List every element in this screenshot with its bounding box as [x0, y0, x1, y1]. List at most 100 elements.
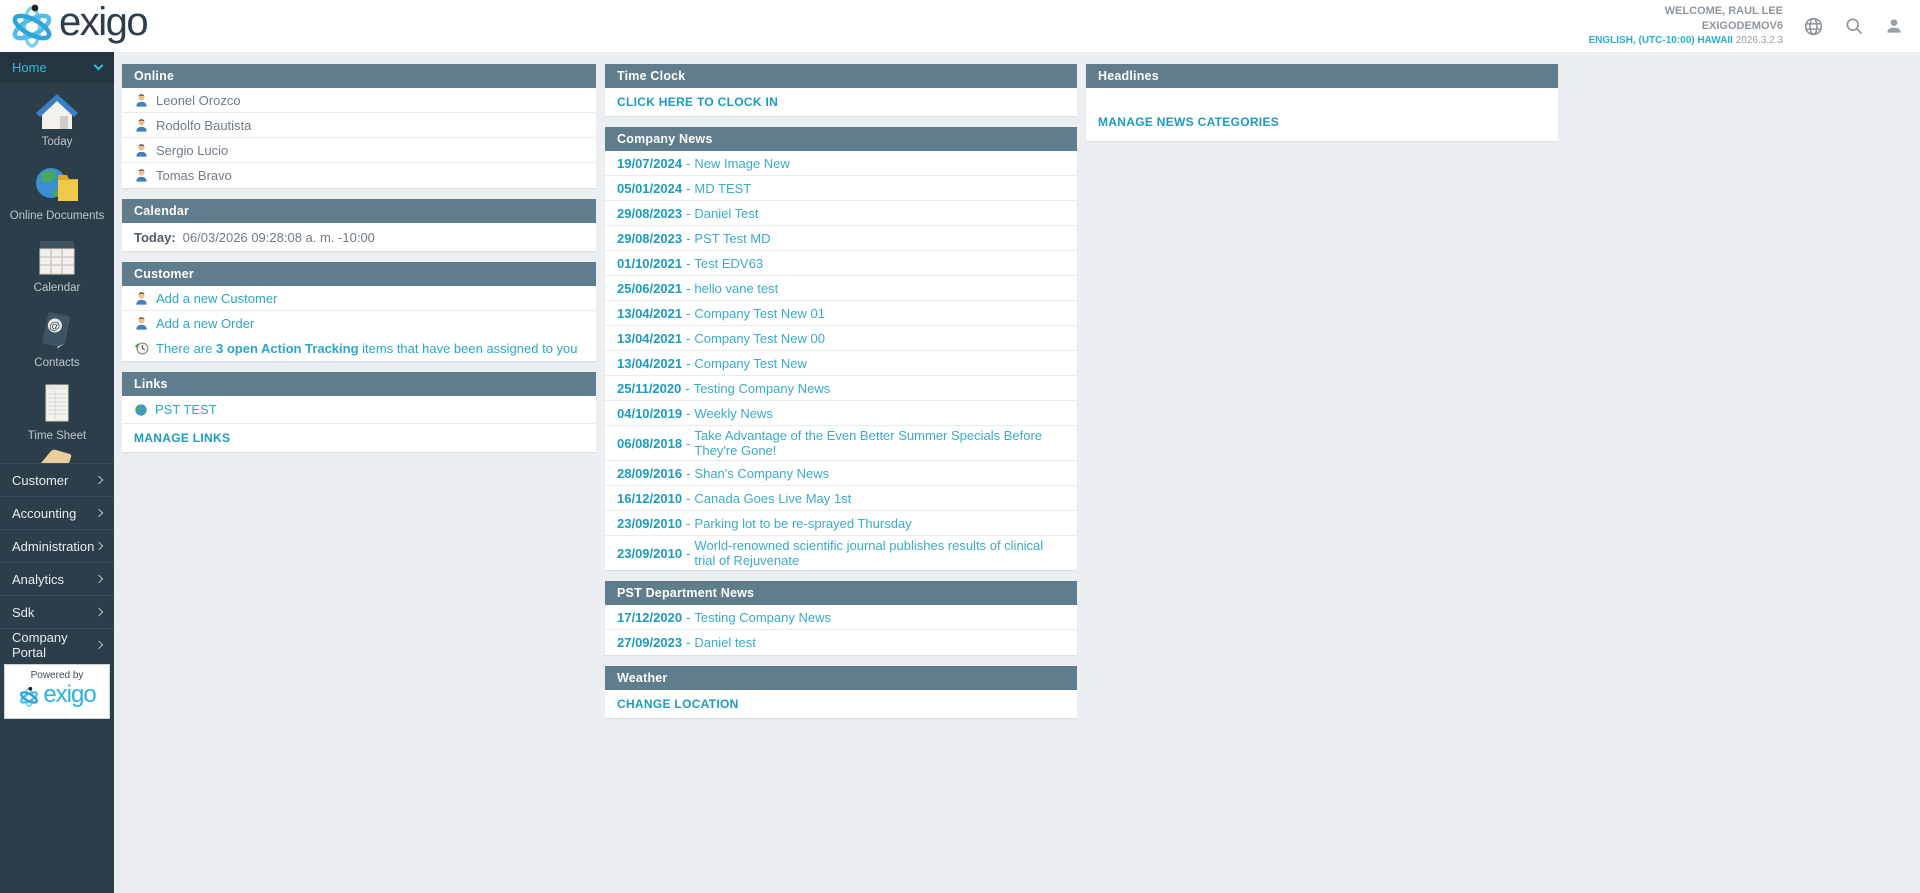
news-date: 13/04/2021: [617, 355, 683, 371]
news-item[interactable]: 23/09/2010 - World-renowned scientific j…: [605, 536, 1077, 570]
separator: -: [686, 155, 691, 171]
customer-link-list: Add a new Customer Add a new Order: [122, 286, 596, 336]
news-item[interactable]: 29/08/2023 - PST Test MD: [605, 226, 1077, 251]
weather-panel: Weather CHANGE LOCATION: [605, 666, 1077, 718]
news-item[interactable]: 01/10/2021 - Test EDV63: [605, 251, 1077, 276]
person-icon: [134, 291, 149, 306]
news-date: 04/10/2019: [617, 405, 683, 421]
chevron-down-icon: [93, 60, 104, 71]
calendar-icon: [35, 237, 79, 277]
online-user-row: Leonel Orozco: [122, 88, 596, 113]
news-date: 16/12/2010: [617, 490, 683, 506]
clock-in-row[interactable]: CLICK HERE TO CLOCK IN: [605, 88, 1077, 116]
separator: -: [686, 465, 691, 481]
panel-title: Customer: [122, 262, 596, 286]
locale-link[interactable]: ENGLISH, (UTC-10:00) HAWAII: [1588, 35, 1732, 46]
sidebar-menu-item[interactable]: Sdk: [0, 595, 114, 628]
sidebar-menu-item[interactable]: Company Portal: [0, 628, 114, 661]
news-item[interactable]: 19/07/2024 - New Image New: [605, 151, 1077, 176]
news-item[interactable]: 27/09/2023 - Daniel test: [605, 630, 1077, 655]
chevron-right-icon: [94, 508, 104, 518]
news-item[interactable]: 28/09/2016 - Shan's Company News: [605, 461, 1077, 486]
news-date: 13/04/2021: [617, 305, 683, 321]
news-item[interactable]: 29/08/2023 - Daniel Test: [605, 201, 1077, 226]
news-item[interactable]: 06/08/2018 - Take Advantage of the Even …: [605, 426, 1077, 461]
sidebar-menu-item[interactable]: Analytics: [0, 562, 114, 595]
news-item[interactable]: 05/01/2024 - MD TEST: [605, 176, 1077, 201]
news-item[interactable]: 17/12/2020 - Testing Company News: [605, 605, 1077, 630]
customer-link-row[interactable]: Add a new Order: [122, 311, 596, 336]
powered-by-label: Powered by: [30, 670, 84, 681]
exigo-logo[interactable]: exigo: [8, 2, 149, 50]
separator: -: [686, 405, 691, 421]
news-item[interactable]: 13/04/2021 - Company Test New: [605, 351, 1077, 376]
exigo-atom-icon-small: [18, 686, 40, 708]
column-middle: Time Clock CLICK HERE TO CLOCK IN Compan…: [605, 64, 1077, 729]
sidebar-item-contacts[interactable]: @ Contacts: [0, 302, 114, 375]
online-user-name: Tomas Bravo: [156, 168, 232, 183]
action-tracking-clock-icon: [134, 341, 149, 356]
news-title: Company Test New 00: [694, 330, 825, 346]
panel-title: PST Department News: [605, 581, 1077, 605]
sidebar-menu-item[interactable]: Customer: [0, 463, 114, 496]
separator: -: [686, 545, 691, 561]
menu-item-label: Customer: [12, 472, 69, 488]
sidebar-item-calendar[interactable]: Calendar: [0, 229, 114, 302]
sidebar-item-online-documents[interactable]: Online Documents: [0, 156, 114, 229]
news-title: Daniel test: [694, 635, 756, 650]
news-title: Canada Goes Live May 1st: [694, 490, 852, 506]
news-item[interactable]: 23/09/2010 - Parking lot to be re-spraye…: [605, 511, 1077, 536]
link-row[interactable]: PST TEST: [122, 396, 596, 424]
manage-links-row[interactable]: MANAGE LINKS: [122, 424, 596, 452]
search-icon[interactable]: [1844, 16, 1864, 36]
customer-link-row[interactable]: Add a new Customer: [122, 286, 596, 311]
news-title: Daniel Test: [694, 205, 759, 221]
news-item[interactable]: 13/04/2021 - Company Test New 01: [605, 301, 1077, 326]
news-date: 25/06/2021: [617, 280, 683, 296]
locale-line: ENGLISH, (UTC-10:00) HAWAII 2026.3.2.3: [1588, 34, 1783, 48]
online-user-name: Sergio Lucio: [156, 142, 229, 158]
news-title: Testing Company News: [694, 609, 831, 625]
news-item[interactable]: 25/11/2020 - Testing Company News: [605, 376, 1077, 401]
person-icon: [134, 168, 149, 183]
user-icon[interactable]: [1884, 16, 1904, 36]
separator: -: [686, 255, 691, 271]
action-tracking-text: There are 3 open Action Tracking items t…: [156, 341, 578, 356]
sidebar-item-today[interactable]: Today: [0, 83, 114, 156]
news-date: 27/09/2023: [617, 635, 683, 650]
time-clock-panel: Time Clock CLICK HERE TO CLOCK IN: [605, 64, 1077, 116]
menu-item-label: Company Portal: [12, 630, 68, 660]
chevron-right-icon: [94, 574, 104, 584]
sidebar: Home Today Online Documents Calendar @ C…: [0, 52, 114, 893]
news-item[interactable]: 13/04/2021 - Company Test New 00: [605, 326, 1077, 351]
separator: -: [686, 515, 691, 531]
panel-title: Company News: [605, 127, 1077, 151]
welcome-text: WELCOME, RAUL LEE: [1664, 4, 1783, 17]
separator: -: [686, 205, 691, 221]
globe-icon[interactable]: [1803, 16, 1824, 37]
news-item[interactable]: 04/10/2019 - Weekly News: [605, 401, 1077, 426]
sidebar-menu-item[interactable]: Administration: [0, 529, 114, 562]
person-icon: [134, 316, 149, 331]
customer-link-label: Add a new Customer: [156, 290, 278, 306]
separator: -: [686, 305, 691, 321]
news-title: Company Test New 01: [694, 305, 825, 321]
news-item[interactable]: 16/12/2010 - Canada Goes Live May 1st: [605, 486, 1077, 511]
action-tracking-row[interactable]: There are 3 open Action Tracking items t…: [122, 336, 596, 361]
sidebar-item-home[interactable]: Home: [0, 52, 114, 83]
separator: -: [685, 380, 690, 396]
home-label: Home: [12, 60, 47, 75]
panel-title: Calendar: [122, 199, 596, 223]
online-user-row: Sergio Lucio: [122, 138, 596, 163]
sidebar-item-label: Time Sheet: [27, 430, 87, 442]
manage-news-categories-link[interactable]: MANAGE NEWS CATEGORIES: [1098, 115, 1279, 129]
news-title: Company Test New: [694, 355, 807, 371]
change-location-row[interactable]: CHANGE LOCATION: [605, 690, 1077, 718]
address-book-icon: @: [35, 308, 79, 352]
sidebar-menu-item[interactable]: Accounting: [0, 496, 114, 529]
news-item[interactable]: 25/06/2021 - hello vane test: [605, 276, 1077, 301]
separator: -: [686, 280, 691, 296]
company-news-panel: Company News 19/07/2024 - New Image New …: [605, 127, 1077, 570]
panel-title: Headlines: [1086, 64, 1558, 88]
sidebar-item-time-sheet[interactable]: Time Sheet: [0, 375, 114, 448]
